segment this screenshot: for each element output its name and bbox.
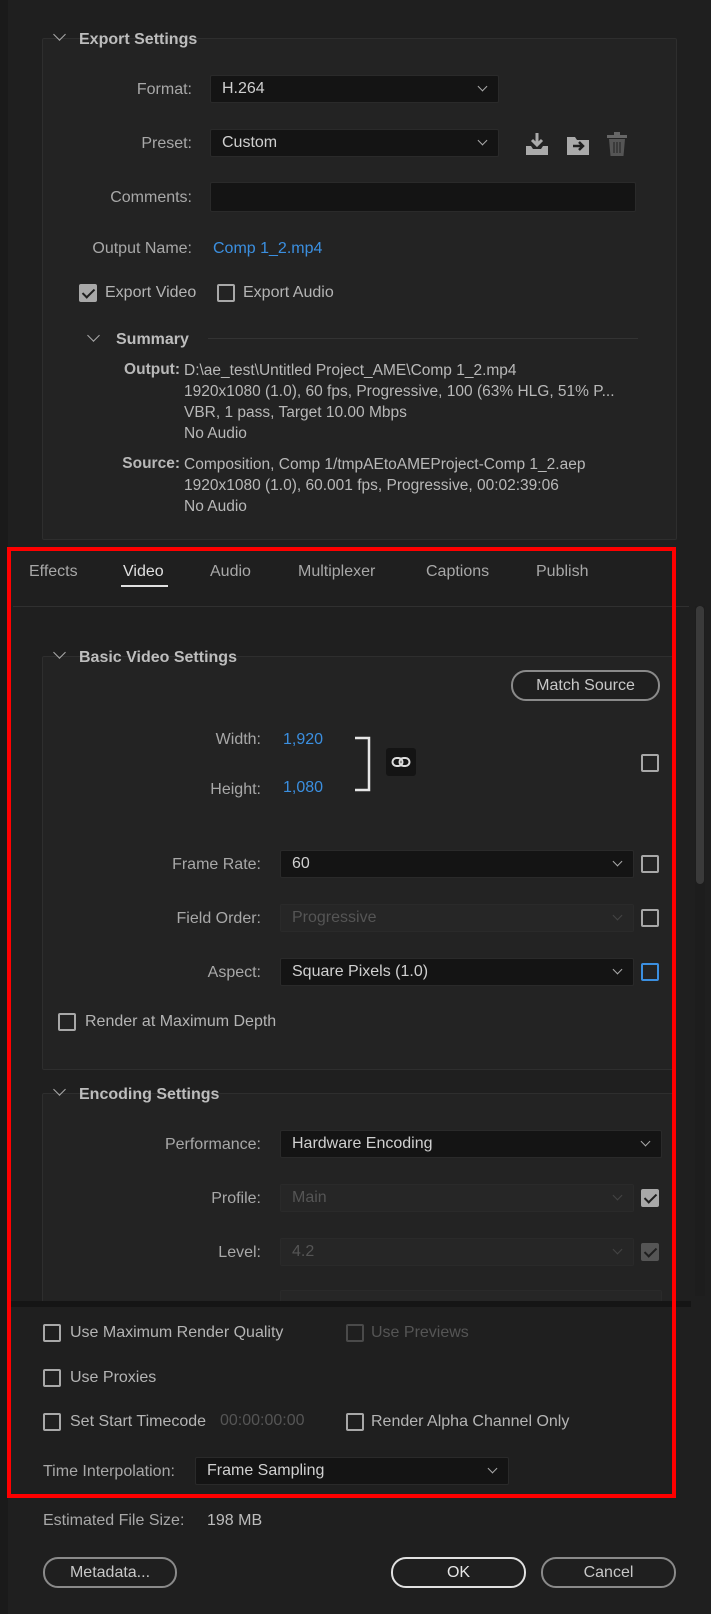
format-dropdown-value: H.264	[222, 80, 265, 97]
preset-dropdown-value: Custom	[222, 134, 278, 151]
summary-output-line: D:\ae_test\Untitled Project_AME\Comp 1_2…	[184, 362, 517, 379]
comments-field[interactable]	[210, 182, 636, 212]
export-settings-title: Export Settings	[79, 31, 198, 48]
preset-dropdown[interactable]: Custom	[210, 129, 499, 157]
summary-output-line: No Audio	[184, 425, 247, 442]
summary-output-key: Output:	[124, 361, 180, 378]
format-label: Format:	[136, 81, 192, 98]
preset-label: Preset:	[141, 135, 192, 152]
export-video-label[interactable]: Export Video	[105, 284, 196, 302]
import-preset-icon[interactable]	[565, 131, 593, 157]
estimated-file-size-label: Estimated File Size:	[43, 1512, 185, 1529]
ok-button[interactable]: OK	[391, 1557, 526, 1588]
output-name-link[interactable]: Comp 1_2.mp4	[213, 240, 322, 258]
summary-source-key: Source:	[122, 455, 180, 472]
summary-title: Summary	[116, 331, 189, 348]
settings-scrollbar-thumb[interactable]	[696, 606, 704, 884]
summary-source-line: 1920x1080 (1.0), 60.001 fps, Progressive…	[184, 477, 559, 494]
format-dropdown[interactable]: H.264	[210, 75, 499, 103]
highlight-box	[7, 547, 676, 1498]
summary-output-line: VBR, 1 pass, Target 10.00 Mbps	[184, 404, 407, 421]
save-preset-icon[interactable]	[524, 131, 550, 157]
output-name-label: Output Name:	[92, 240, 192, 257]
delete-preset-icon[interactable]	[606, 131, 628, 157]
summary-divider	[208, 338, 638, 339]
metadata-button[interactable]: Metadata...	[43, 1557, 177, 1588]
chevron-down-icon	[477, 81, 488, 92]
summary-source-line: Composition, Comp 1/tmpAEtoAMEProject-Co…	[184, 456, 586, 473]
export-audio-checkbox[interactable]	[217, 284, 235, 302]
export-audio-label[interactable]: Export Audio	[243, 284, 334, 302]
export-video-checkbox[interactable]	[79, 284, 97, 302]
estimated-file-size-value: 198 MB	[207, 1512, 263, 1529]
comments-label: Comments:	[110, 189, 192, 206]
summary-output-line: 1920x1080 (1.0), 60 fps, Progressive, 10…	[184, 383, 615, 400]
chevron-down-icon	[477, 135, 488, 146]
summary-source-line: No Audio	[184, 498, 247, 515]
cancel-button[interactable]: Cancel	[541, 1557, 676, 1588]
